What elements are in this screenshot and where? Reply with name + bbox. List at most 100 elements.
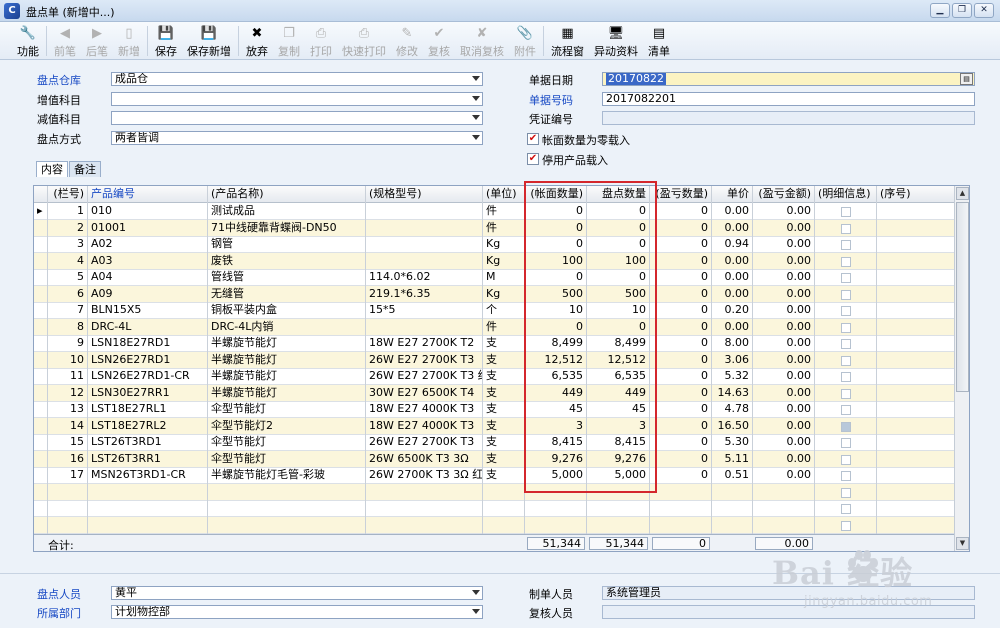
cell-unit[interactable]: 支 [483, 384, 525, 402]
row-indicator[interactable] [34, 384, 48, 402]
cell-code[interactable]: 01001 [88, 219, 208, 237]
cell-diff-amount[interactable]: 0.00 [753, 450, 815, 468]
cell-spec[interactable] [366, 252, 483, 270]
col-header-code[interactable]: 产品编号 [88, 186, 208, 203]
cell-diff-amount[interactable]: 0.00 [753, 384, 815, 402]
cell-detail[interactable] [815, 516, 877, 534]
cell-unit[interactable] [483, 516, 525, 534]
toolbar-button-attachment[interactable]: 📎 附件 [509, 22, 541, 58]
cell-name[interactable]: 71中线硬靠背蝶阀-DN50 [208, 219, 366, 237]
cell-price[interactable]: 0.00 [712, 285, 753, 303]
cell-no[interactable]: 8 [48, 318, 88, 336]
cell-unit[interactable]: 支 [483, 417, 525, 435]
row-indicator[interactable] [34, 318, 48, 336]
cell-name[interactable]: 伞型节能灯 [208, 450, 366, 468]
cell-name[interactable]: DRC-4L内销 [208, 318, 366, 336]
cell-price[interactable]: 0.94 [712, 236, 753, 253]
toolbar-button-copy[interactable]: ❐ 复制 [273, 22, 305, 58]
cell-no[interactable]: 16 [48, 450, 88, 468]
cell-price[interactable]: 0.20 [712, 302, 753, 319]
cell-price[interactable]: 0.00 [712, 203, 753, 220]
cell-diff-amount[interactable]: 0.00 [753, 269, 815, 286]
detail-info-checkbox[interactable] [840, 223, 851, 234]
cell-diff-qty[interactable]: 0 [650, 417, 712, 435]
toolbar-button-save-new[interactable]: 💾 保存新增 [182, 22, 236, 58]
detail-info-checkbox[interactable] [840, 273, 851, 283]
cell-price[interactable]: 0.00 [712, 318, 753, 336]
cell-no[interactable]: 2 [48, 219, 88, 237]
empty-table-row[interactable] [34, 500, 955, 517]
cell-unit[interactable]: 件 [483, 203, 525, 220]
table-row[interactable]: 11LSN26E27RD1-CR半螺旋节能灯26W E27 2700K T3 红… [34, 368, 955, 385]
cell-name[interactable]: 伞型节能灯 [208, 434, 366, 451]
cell-diff-amount[interactable]: 0.00 [753, 467, 815, 484]
cell-diff-qty[interactable]: 0 [650, 335, 712, 352]
cell-spec[interactable]: 114.0*6.02 [366, 269, 483, 286]
cell-diff-qty[interactable]: 0 [650, 434, 712, 451]
cell-diff-qty[interactable]: 0 [650, 302, 712, 319]
cell-spec[interactable]: 18W E27 4000K T3 [366, 401, 483, 418]
cell-no[interactable]: 14 [48, 417, 88, 435]
cell-diff-amount[interactable]: 0.00 [753, 434, 815, 451]
cell-seq[interactable] [877, 417, 955, 435]
row-indicator[interactable] [34, 236, 48, 253]
detail-info-checkbox[interactable] [840, 355, 851, 366]
cell-code[interactable] [88, 483, 208, 501]
cell-no[interactable]: 6 [48, 285, 88, 303]
row-indicator[interactable] [34, 450, 48, 468]
toolbar-button-edit[interactable]: ✎ 修改 [391, 22, 423, 58]
cell-seq[interactable] [877, 516, 955, 534]
cell-spec[interactable]: 26W E27 2700K T3 [366, 351, 483, 369]
cell-name[interactable]: 铜板平装内盒 [208, 302, 366, 319]
cell-diff-amount[interactable]: 0.00 [753, 318, 815, 336]
cell-spec[interactable]: 15*5 [366, 302, 483, 319]
row-indicator[interactable] [34, 483, 48, 501]
col-header-detail[interactable]: (明细信息) [815, 186, 877, 203]
cell-diff-amount[interactable]: 0.00 [753, 335, 815, 352]
cell-unit[interactable]: 支 [483, 368, 525, 385]
cell-unit[interactable]: 件 [483, 318, 525, 336]
cell-detail[interactable] [815, 252, 877, 270]
cell-diff-qty[interactable]: 0 [650, 401, 712, 418]
cell-code[interactable]: DRC-4L [88, 318, 208, 336]
cell-code[interactable]: A02 [88, 236, 208, 253]
cell-seq[interactable] [877, 434, 955, 451]
cell-spec[interactable]: 18W E27 4000K T3 [366, 417, 483, 435]
col-header-no[interactable]: (栏号) [48, 186, 88, 203]
cell-diff-qty[interactable]: 0 [650, 285, 712, 303]
row-indicator[interactable] [34, 269, 48, 286]
cell-detail[interactable] [815, 417, 877, 435]
detail-info-checkbox[interactable] [840, 388, 851, 399]
cell-book-qty[interactable] [525, 500, 587, 517]
cell-spec[interactable]: 26W 6500K T3 3Ω [366, 450, 483, 468]
toolbar-button-flow-window[interactable]: ▦ 流程窗 [546, 22, 589, 58]
cell-detail[interactable] [815, 368, 877, 385]
cell-seq[interactable] [877, 285, 955, 303]
cell-no[interactable]: 3 [48, 236, 88, 253]
cell-detail[interactable] [815, 384, 877, 402]
cell-detail[interactable] [815, 401, 877, 418]
cell-no[interactable]: 11 [48, 368, 88, 385]
col-header-name[interactable]: (产品名称) [208, 186, 366, 203]
cell-price[interactable]: 0.51 [712, 467, 753, 484]
table-row[interactable]: 2 01001 71中线硬靠背蝶阀-DN50 件 0 0 0 0.00 0.00 [34, 219, 955, 237]
cell-diff-amount[interactable]: 0.00 [753, 219, 815, 237]
cell-diff-qty[interactable] [650, 516, 712, 534]
cell-detail[interactable] [815, 302, 877, 319]
cell-seq[interactable] [877, 219, 955, 237]
cell-spec[interactable] [366, 483, 483, 501]
cell-detail[interactable] [815, 269, 877, 286]
table-row[interactable]: 5 A04 管线管 114.0*6.02 M 0 0 0 0.00 0.00 [34, 269, 955, 286]
cell-diff-amount[interactable]: 0.00 [753, 252, 815, 270]
cell-code[interactable]: A09 [88, 285, 208, 303]
vertical-scrollbar[interactable]: ▲ ▼ [954, 186, 969, 551]
cell-diff-amount[interactable]: 0.00 [753, 203, 815, 220]
empty-table-row[interactable] [34, 516, 955, 534]
cell-detail[interactable] [815, 203, 877, 220]
disabled-product-checkbox[interactable]: ✔ [527, 153, 539, 165]
cell-diff-amount[interactable] [753, 483, 815, 501]
cell-spec[interactable]: 18W E27 2700K T2 [366, 335, 483, 352]
cell-price[interactable]: 5.30 [712, 434, 753, 451]
cell-no[interactable]: 9 [48, 335, 88, 352]
cell-no[interactable]: 1 [48, 203, 88, 220]
